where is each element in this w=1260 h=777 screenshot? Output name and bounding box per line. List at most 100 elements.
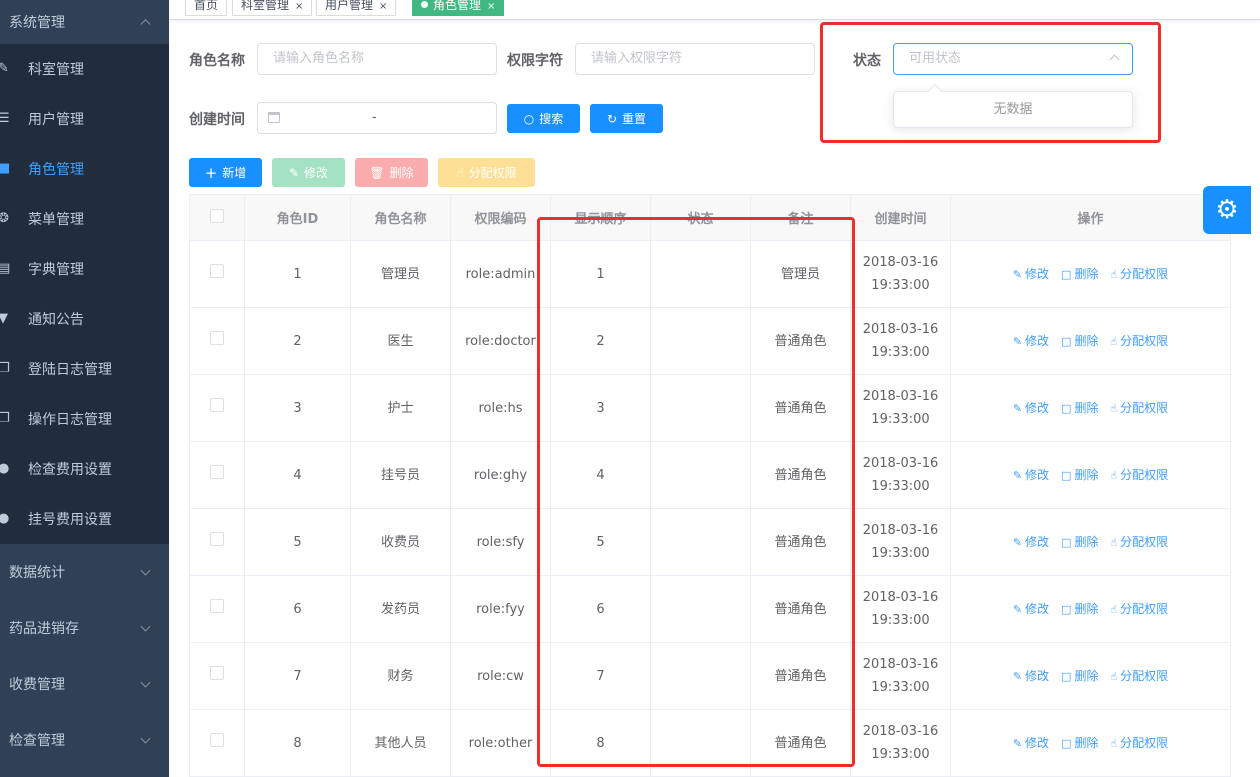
close-icon[interactable]: × bbox=[379, 1, 387, 12]
row-checkbox[interactable] bbox=[210, 732, 224, 747]
row-delete-link[interactable]: □ 删除 bbox=[1061, 531, 1098, 554]
row-delete-link[interactable]: □ 删除 bbox=[1061, 598, 1098, 621]
edit-button-label: 修改 bbox=[304, 166, 329, 180]
row-edit-link[interactable]: ✎ 修改 bbox=[1013, 531, 1049, 554]
sidebar-item-label: 字典管理 bbox=[28, 262, 84, 278]
row-checkbox[interactable] bbox=[210, 531, 224, 546]
sidebar-item[interactable]: ● 检查费用设置 bbox=[0, 444, 169, 494]
row-delete-link[interactable]: □ 删除 bbox=[1061, 732, 1098, 755]
cell-actions: ✎ 修改 □ 删除 ☝ 分配权限 bbox=[950, 374, 1231, 442]
close-icon[interactable]: × bbox=[487, 1, 495, 12]
select-all-checkbox[interactable] bbox=[210, 208, 224, 223]
delete-button[interactable]: 🗑 删除 bbox=[355, 158, 428, 187]
sidebar-group-label: 检查管理 bbox=[9, 733, 65, 749]
trash-icon: □ bbox=[1061, 602, 1072, 616]
sidebar-item[interactable]: ■ 角色管理 bbox=[0, 144, 169, 194]
chevron-down-icon bbox=[140, 621, 151, 632]
sidebar-group-system[interactable]: 系统管理 bbox=[0, 0, 169, 44]
row-assign-link[interactable]: ☝ 分配权限 bbox=[1110, 330, 1168, 353]
sidebar-group[interactable]: 药品进销存 bbox=[0, 600, 169, 656]
row-assign-link[interactable]: ☝ 分配权限 bbox=[1110, 665, 1168, 688]
row-assign-link[interactable]: ☝ 分配权限 bbox=[1110, 397, 1168, 420]
row-delete-link[interactable]: □ 删除 bbox=[1061, 665, 1098, 688]
sidebar-group[interactable]: 收费管理 bbox=[0, 656, 169, 712]
sidebar-item[interactable]: ✎ 科室管理 bbox=[0, 44, 169, 94]
cell-created: 2018-03-16 19:33:00 bbox=[850, 374, 951, 442]
hand-icon: ☝ bbox=[1110, 334, 1118, 348]
sidebar-item[interactable]: ☰ 用户管理 bbox=[0, 94, 169, 144]
sidebar-item[interactable]: ❐ 登陆日志管理 bbox=[0, 344, 169, 394]
hand-icon: ☝ bbox=[1110, 535, 1118, 549]
row-edit-link[interactable]: ✎ 修改 bbox=[1013, 464, 1049, 487]
row-assign-link[interactable]: ☝ 分配权限 bbox=[1110, 598, 1168, 621]
search-button[interactable]: ○ 搜索 bbox=[507, 104, 580, 133]
row-checkbox[interactable] bbox=[210, 464, 224, 479]
assign-perm-button[interactable]: ☝ 分配权限 bbox=[438, 158, 535, 187]
sidebar-item[interactable]: ▤ 字典管理 bbox=[0, 244, 169, 294]
row-assign-label: 分配权限 bbox=[1120, 266, 1169, 281]
sidebar-item[interactable]: ● 挂号费用设置 bbox=[0, 494, 169, 544]
sidebar-group-label: 药品进销存 bbox=[9, 621, 79, 637]
row-delete-link[interactable]: □ 删除 bbox=[1061, 330, 1098, 353]
cell-perm-code: role:sfy bbox=[450, 508, 551, 576]
created-time: 19:33:00 bbox=[871, 278, 930, 293]
edit-icon: ✎ bbox=[1012, 602, 1023, 616]
add-button[interactable]: + 新增 bbox=[189, 158, 262, 187]
refresh-icon: ↻ bbox=[606, 111, 618, 126]
tag-dept[interactable]: 科室管理 × bbox=[232, 0, 313, 16]
perm-input[interactable]: 请输入权限字符 bbox=[575, 43, 815, 75]
folder-icon: ■ bbox=[0, 161, 11, 176]
cell-created: 2018-03-16 19:33:00 bbox=[850, 307, 951, 375]
row-assign-label: 分配权限 bbox=[1120, 467, 1169, 482]
tag-user[interactable]: 用户管理 × bbox=[316, 0, 397, 16]
row-edit-label: 修改 bbox=[1025, 534, 1050, 549]
sidebar-item[interactable]: ▼ 通知公告 bbox=[0, 294, 169, 344]
row-assign-link[interactable]: ☝ 分配权限 bbox=[1110, 732, 1168, 755]
row-checkbox[interactable] bbox=[210, 330, 224, 345]
sidebar-item[interactable]: ❐ 操作日志管理 bbox=[0, 394, 169, 444]
row-select-cell bbox=[189, 374, 245, 442]
highlight-box-status bbox=[820, 22, 1161, 143]
role-name-input[interactable]: 请输入角色名称 bbox=[257, 43, 497, 75]
row-edit-link[interactable]: ✎ 修改 bbox=[1013, 330, 1049, 353]
row-checkbox[interactable] bbox=[210, 665, 224, 680]
close-icon[interactable]: × bbox=[295, 1, 303, 12]
tag-home[interactable]: 首页 bbox=[185, 0, 228, 16]
row-delete-label: 删除 bbox=[1074, 735, 1099, 750]
settings-button[interactable]: ⚙ bbox=[1203, 186, 1251, 234]
row-assign-label: 分配权限 bbox=[1120, 601, 1169, 616]
reset-button[interactable]: ↻ 重置 bbox=[590, 104, 663, 133]
row-assign-link[interactable]: ☝ 分配权限 bbox=[1110, 263, 1168, 286]
row-checkbox[interactable] bbox=[210, 397, 224, 412]
row-edit-link[interactable]: ✎ 修改 bbox=[1013, 732, 1049, 755]
sidebar-group[interactable]: 数据统计 bbox=[0, 544, 169, 600]
row-delete-link[interactable]: □ 删除 bbox=[1061, 464, 1098, 487]
row-edit-link[interactable]: ✎ 修改 bbox=[1013, 397, 1049, 420]
row-delete-link[interactable]: □ 删除 bbox=[1061, 263, 1098, 286]
reset-button-label: 重置 bbox=[622, 112, 647, 126]
row-assign-link[interactable]: ☝ 分配权限 bbox=[1110, 531, 1168, 554]
row-delete-label: 删除 bbox=[1074, 266, 1099, 281]
row-select-cell bbox=[189, 307, 245, 375]
edit-button[interactable]: ✎ 修改 bbox=[272, 158, 345, 187]
cell-role-id: 8 bbox=[244, 709, 351, 777]
row-assign-link[interactable]: ☝ 分配权限 bbox=[1110, 464, 1168, 487]
cell-role-id: 5 bbox=[244, 508, 351, 576]
edit-icon: ✎ bbox=[288, 165, 300, 180]
date-range-picker[interactable]: - bbox=[257, 102, 497, 134]
sidebar-item[interactable]: ❂ 菜单管理 bbox=[0, 194, 169, 244]
row-edit-link[interactable]: ✎ 修改 bbox=[1013, 598, 1049, 621]
row-checkbox[interactable] bbox=[210, 263, 224, 278]
row-delete-label: 删除 bbox=[1074, 601, 1099, 616]
sidebar-item-label: 通知公告 bbox=[28, 312, 84, 328]
tag-role[interactable]: 角色管理 × bbox=[412, 0, 505, 16]
row-delete-link[interactable]: □ 删除 bbox=[1061, 397, 1098, 420]
cell-actions: ✎ 修改 □ 删除 ☝ 分配权限 bbox=[950, 709, 1231, 777]
created-date: 2018-03-16 bbox=[862, 456, 939, 471]
sidebar-group[interactable]: 检查管理 bbox=[0, 712, 169, 768]
row-checkbox[interactable] bbox=[210, 598, 224, 613]
row-edit-link[interactable]: ✎ 修改 bbox=[1013, 263, 1049, 286]
edit-icon: ✎ bbox=[1012, 535, 1023, 549]
perm-label: 权限字符 bbox=[507, 53, 563, 69]
row-edit-link[interactable]: ✎ 修改 bbox=[1013, 665, 1049, 688]
